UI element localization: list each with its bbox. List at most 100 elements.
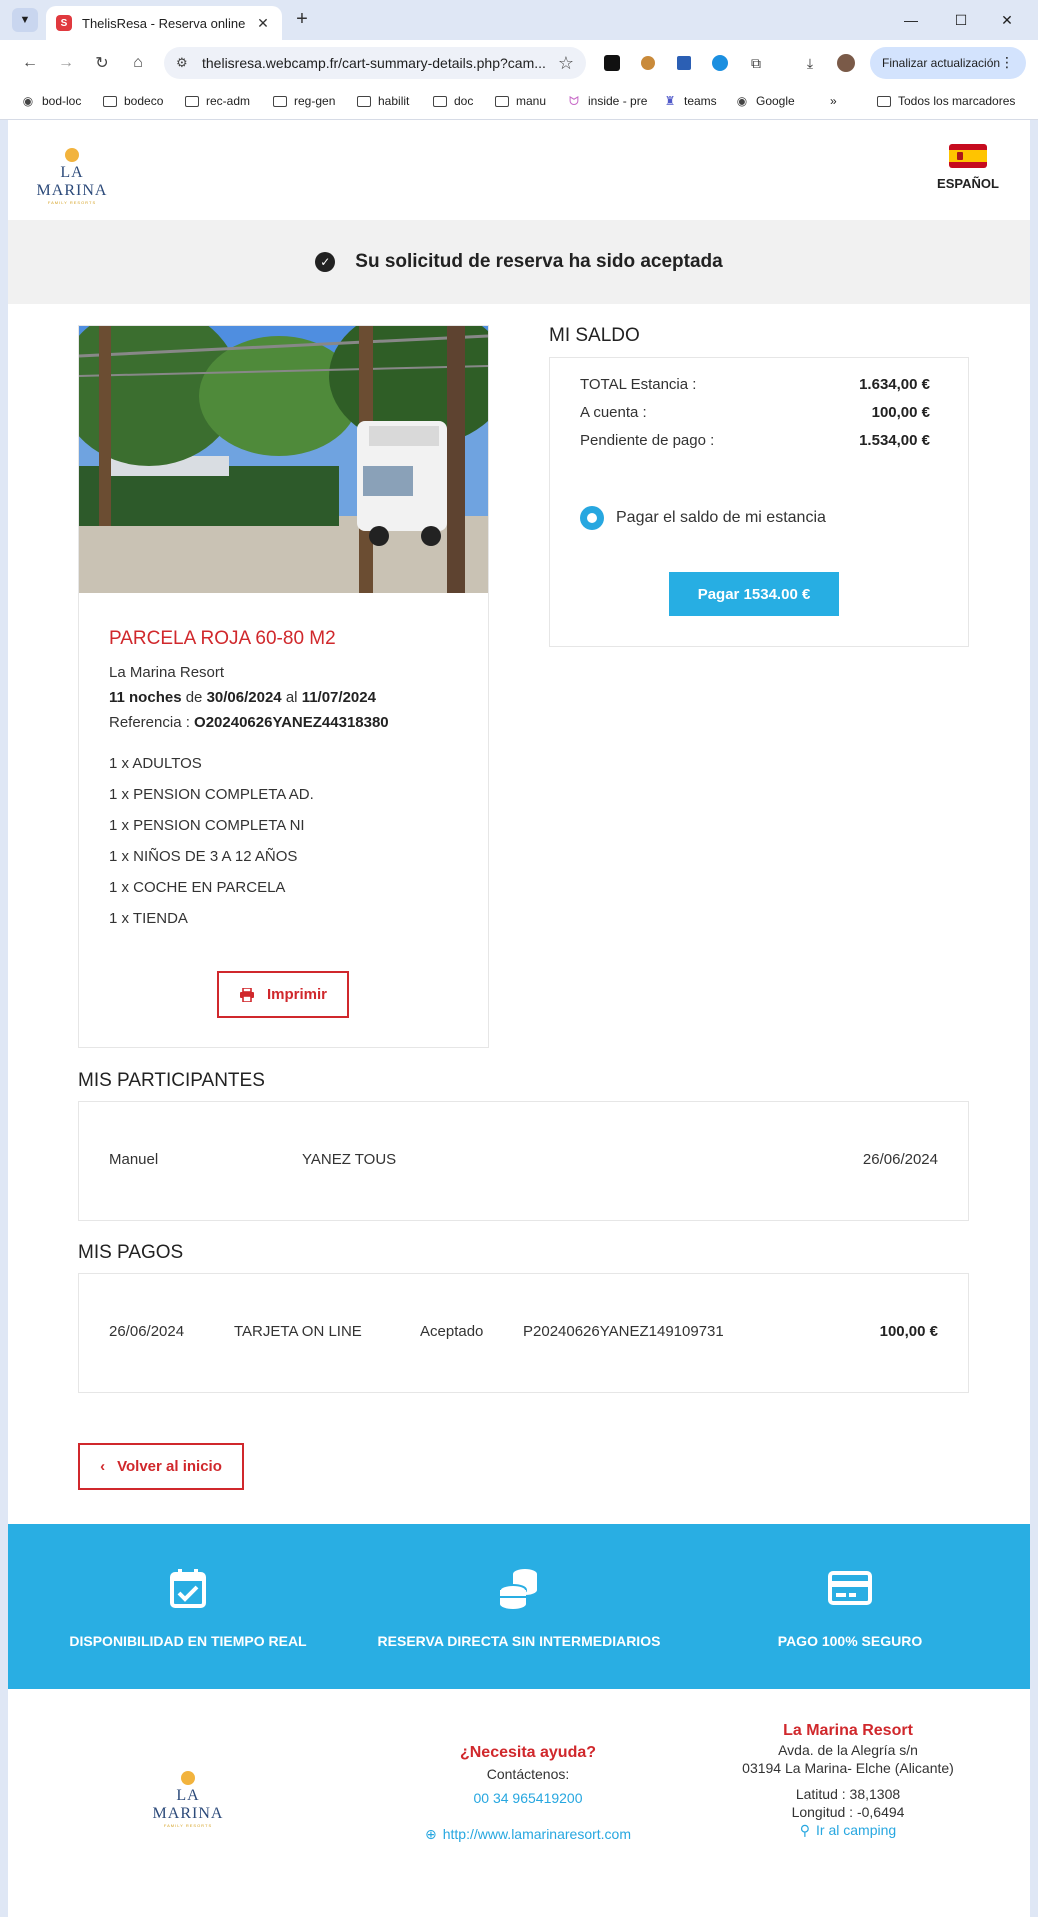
latitude: Latitud : 38,1308 bbox=[795, 1786, 901, 1802]
bookmark-bodeco[interactable]: bodeco bbox=[102, 94, 163, 108]
profile-avatar[interactable] bbox=[834, 51, 858, 75]
stay-details: PARCELA ROJA 60-80 M2 La Marina Resort 1… bbox=[109, 628, 469, 941]
longitude: Longitud : -0,6494 bbox=[791, 1804, 905, 1820]
url-text[interactable]: thelisresa.webcamp.fr/cart-summary-detai… bbox=[202, 55, 558, 71]
back-to-home-button[interactable]: ‹ Volver al inicio bbox=[78, 1443, 244, 1490]
sun-icon bbox=[65, 148, 79, 162]
folder-icon bbox=[876, 94, 892, 108]
participants-box: Manuel YANEZ TOUS 26/06/2024 bbox=[78, 1101, 969, 1221]
printer-icon bbox=[239, 987, 254, 1002]
payment-amount: 100,00 € bbox=[879, 1323, 938, 1340]
update-button[interactable]: Finalizar actualización ⋮ bbox=[870, 47, 1026, 79]
list-item: 1 x COCHE EN PARCELA bbox=[109, 879, 286, 896]
site-info-icon[interactable]: ⚙ bbox=[176, 55, 196, 71]
bookmarks-overflow-icon[interactable]: » bbox=[830, 94, 837, 108]
pay-balance-radio[interactable]: Pagar el saldo de mi estancia bbox=[580, 506, 826, 530]
footer-logo[interactable]: LA MARINA FAMILY RESORTS bbox=[140, 1771, 236, 1828]
pitch-title: PARCELA ROJA 60-80 M2 bbox=[109, 628, 336, 649]
la-marina-logo[interactable]: LA MARINA FAMILY RESORTS bbox=[24, 148, 120, 205]
bookmark-star-icon[interactable]: ☆ bbox=[558, 53, 574, 74]
list-item: 1 x NIÑOS DE 3 A 12 AÑOS bbox=[109, 848, 298, 865]
folder-icon bbox=[272, 94, 288, 108]
window-frame-left bbox=[0, 120, 8, 1917]
payment-method: TARJETA ON LINE bbox=[234, 1323, 362, 1340]
bookmark-google[interactable]: ◉ Google bbox=[734, 94, 795, 108]
language-label: ESPAÑOL bbox=[937, 176, 999, 191]
browser-tab[interactable]: S ThelisResa - Reserva online ✕ bbox=[46, 6, 282, 40]
maximize-button[interactable]: ☐ bbox=[946, 6, 976, 34]
close-window-button[interactable]: ✕ bbox=[992, 6, 1022, 34]
bookmark-inside-pre[interactable]: ᗢ inside - pre bbox=[566, 93, 647, 109]
list-item: 1 x ADULTOS bbox=[109, 755, 202, 772]
forward-arrow-icon[interactable]: → bbox=[54, 51, 78, 75]
phone-link[interactable]: 00 34 965419200 bbox=[388, 1790, 668, 1806]
puzzle-extensions-icon[interactable]: ⧉ bbox=[744, 51, 768, 75]
language-selector[interactable]: ESPAÑOL bbox=[928, 144, 1008, 191]
participant-date: 26/06/2024 bbox=[862, 1151, 938, 1168]
tab-close-icon[interactable]: ✕ bbox=[254, 15, 272, 32]
folder-icon bbox=[494, 94, 510, 108]
participants-title: MIS PARTICIPANTES bbox=[78, 1070, 265, 1091]
radio-selected-icon[interactable] bbox=[580, 506, 604, 530]
tab-search-button[interactable]: ▼ bbox=[12, 8, 38, 32]
sync-extension-icon[interactable] bbox=[708, 51, 732, 75]
payment-reference: P20240626YANEZ149109731 bbox=[523, 1323, 724, 1340]
download-icon[interactable]: ⤓ bbox=[798, 51, 822, 75]
balance-row-pending: Pendiente de pago : 1.534,00 € bbox=[580, 432, 930, 449]
reload-icon[interactable]: ↻ bbox=[90, 51, 114, 75]
dark-mode-extension-icon[interactable] bbox=[600, 51, 624, 75]
globe-icon: ⊕ bbox=[424, 1826, 437, 1842]
feature-direct-booking: RESERVA DIRECTA SIN INTERMEDIARIOS bbox=[369, 1564, 669, 1649]
print-button[interactable]: Imprimir bbox=[217, 971, 349, 1018]
tab-strip: ▼ S ThelisResa - Reserva online ✕ + — ☐ … bbox=[0, 0, 1038, 40]
payment-status: Aceptado bbox=[420, 1323, 484, 1340]
window-frame-right bbox=[1030, 120, 1038, 1917]
tab-title: ThelisResa - Reserva online bbox=[82, 15, 246, 31]
browser-toolbar: ← → ↻ ⌂ ⚙ thelisresa.webcamp.fr/cart-sum… bbox=[0, 40, 1038, 86]
credit-card-icon bbox=[828, 1571, 872, 1605]
address-line-2: 03194 La Marina- Elche (Alicante) bbox=[742, 1760, 954, 1776]
bookmark-teams[interactable]: ♜ teams bbox=[662, 94, 717, 108]
list-item: 1 x TIENDA bbox=[109, 910, 188, 927]
payment-date: 26/06/2024 bbox=[109, 1323, 185, 1340]
bookmark-manu[interactable]: manu bbox=[494, 94, 546, 108]
bookmark-rec-adm[interactable]: rec-adm bbox=[184, 94, 250, 108]
directions-link[interactable]: ⚲ Ir al camping bbox=[728, 1822, 968, 1839]
minimize-button[interactable]: — bbox=[896, 6, 926, 34]
resort-name-footer: La Marina Resort bbox=[783, 1722, 913, 1739]
update-label: Finalizar actualización bbox=[882, 56, 1001, 70]
home-icon[interactable]: ⌂ bbox=[126, 51, 150, 75]
features-band: DISPONIBILIDAD EN TIEMPO REAL RESERVA DI… bbox=[8, 1524, 1030, 1689]
bookmark-doc[interactable]: doc bbox=[432, 94, 473, 108]
globe-icon: ◉ bbox=[736, 94, 748, 108]
sun-icon bbox=[181, 1771, 195, 1785]
inside-logo-icon: ᗢ bbox=[569, 93, 579, 108]
teams-icon: ♜ bbox=[664, 94, 676, 108]
bookmark-reg-gen[interactable]: reg-gen bbox=[272, 94, 335, 108]
help-block: ¿Necesita ayuda? Contáctenos: 00 34 9654… bbox=[388, 1744, 668, 1843]
chevron-down-icon: ▼ bbox=[19, 14, 31, 26]
site-header: LA MARINA FAMILY RESORTS ESPAÑOL bbox=[8, 120, 1030, 220]
bookmark-habilit[interactable]: habilit bbox=[356, 94, 409, 108]
spain-flag-icon bbox=[949, 144, 987, 168]
contact-label: Contáctenos: bbox=[486, 1766, 570, 1782]
chevron-left-icon: ‹ bbox=[100, 1458, 106, 1475]
bookmark-bod-loc[interactable]: ◉ bod-loc bbox=[20, 94, 82, 108]
cookie-extension-icon[interactable] bbox=[636, 51, 660, 75]
all-bookmarks[interactable]: Todos los marcadores bbox=[876, 94, 1015, 108]
menu-dots-icon[interactable]: ⋮ bbox=[1000, 54, 1014, 71]
payments-title: MIS PAGOS bbox=[78, 1242, 184, 1263]
booking-reference: Referencia : O20240626YANEZ44318380 bbox=[109, 714, 389, 731]
address-bar[interactable]: ⚙ thelisresa.webcamp.fr/cart-summary-det… bbox=[164, 47, 586, 79]
folder-icon bbox=[356, 94, 372, 108]
website-link[interactable]: ⊕ http://www.lamarinaresort.com bbox=[388, 1826, 668, 1843]
pay-button[interactable]: Pagar 1534.00 € bbox=[669, 572, 839, 616]
check-circle-icon: ✓ bbox=[315, 252, 336, 272]
payments-box: 26/06/2024 TARJETA ON LINE Aceptado P202… bbox=[78, 1273, 969, 1393]
confirmation-banner: ✓ Su solicitud de reserva ha sido acepta… bbox=[8, 220, 1030, 304]
help-title: ¿Necesita ayuda? bbox=[459, 1744, 597, 1761]
save-extension-icon[interactable] bbox=[672, 51, 696, 75]
back-arrow-icon[interactable]: ← bbox=[18, 51, 42, 75]
browser-chrome: ▼ S ThelisResa - Reserva online ✕ + — ☐ … bbox=[0, 0, 1038, 120]
new-tab-button[interactable]: + bbox=[290, 8, 314, 32]
